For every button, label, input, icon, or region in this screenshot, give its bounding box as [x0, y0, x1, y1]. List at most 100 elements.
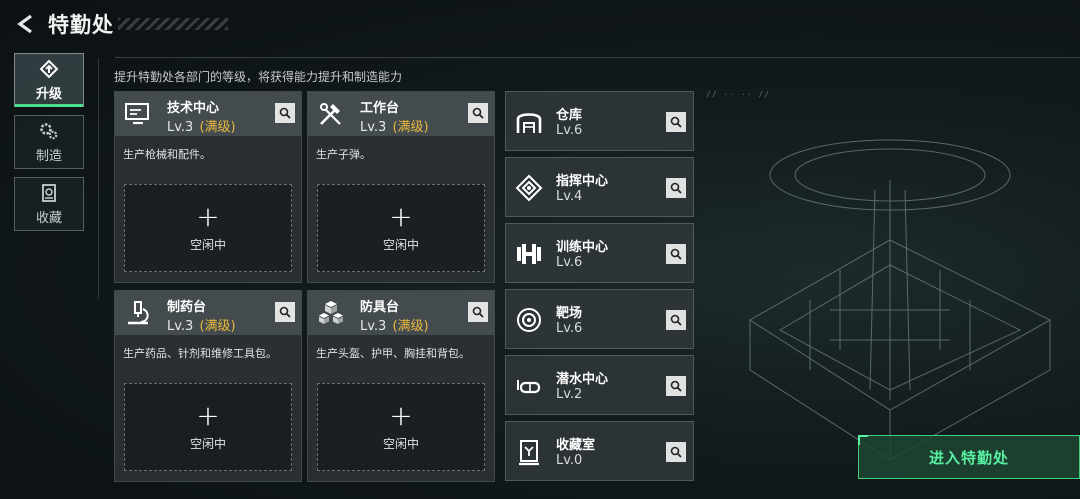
search-icon	[670, 248, 682, 260]
computer-icon	[121, 98, 155, 130]
production-slot[interactable]: + 空闲中	[124, 184, 292, 272]
card-name: 工作台	[360, 101, 400, 116]
max-level-badge: (满级)	[392, 319, 429, 334]
card-header: 防具台 Lv.3 (满级)	[308, 291, 494, 335]
warehouse-icon	[512, 106, 546, 138]
facility-collection-room[interactable]: 收藏室 Lv.0	[505, 421, 694, 481]
card-name: 制药台	[167, 300, 207, 315]
base-hologram-art	[749, 139, 1052, 461]
page-description: 提升特勤处各部门的等级，将获得能力提升和制造能力	[114, 70, 403, 84]
tab-collection-label: 收藏	[35, 210, 62, 226]
facility-level: Lv.6	[556, 255, 583, 270]
slot-status: 空闲中	[382, 237, 419, 252]
search-icon	[670, 314, 682, 326]
plus-icon: +	[196, 199, 220, 233]
tab-craft[interactable]: 制造	[14, 115, 84, 169]
card-description: 生产枪械和配件。	[123, 148, 211, 161]
plus-icon: +	[196, 398, 220, 432]
card-armor-bench: 防具台 Lv.3 (满级) 生产头盔、护甲、胸挂和背包。 + 空闲中	[307, 290, 495, 482]
search-icon	[670, 116, 682, 128]
enter-button-label: 进入特勤处	[928, 448, 1009, 467]
facility-diving-center[interactable]: 潜水中心 Lv.2	[505, 355, 694, 415]
plus-icon: +	[389, 199, 413, 233]
inspect-button[interactable]	[468, 302, 488, 322]
card-description: 生产子弹。	[316, 148, 371, 161]
search-icon	[279, 306, 291, 318]
search-icon	[670, 182, 682, 194]
level-value: Lv.3	[167, 120, 194, 135]
side-divider	[98, 58, 99, 298]
display-case-icon	[512, 436, 546, 468]
gears-icon	[40, 122, 58, 139]
slot-status: 空闲中	[189, 237, 226, 252]
slot-status: 空闲中	[382, 436, 419, 451]
back-button[interactable]	[12, 10, 40, 38]
dumbbell-icon	[512, 238, 546, 270]
facility-name: 仓库	[556, 108, 583, 123]
page-title: 特勤处	[48, 13, 114, 37]
inspect-button[interactable]	[666, 376, 686, 396]
inspect-button[interactable]	[666, 178, 686, 198]
card-name: 技术中心	[167, 101, 220, 116]
facility-warehouse[interactable]: 仓库 Lv.6	[505, 91, 694, 151]
hud-decoration: // ·· ·· //	[706, 90, 770, 99]
card-name: 防具台	[360, 300, 400, 315]
production-slot[interactable]: + 空闲中	[317, 184, 485, 272]
card-header: 工作台 Lv.3 (满级)	[308, 92, 494, 136]
card-level: Lv.3 (满级)	[167, 116, 236, 135]
tab-upgrade-label: 升级	[35, 86, 62, 102]
max-level-badge: (满级)	[392, 120, 429, 135]
target-icon	[512, 304, 546, 336]
header: 特勤处	[0, 0, 1080, 48]
facility-level: Lv.2	[556, 387, 583, 402]
card-description: 生产头盔、护甲、胸挂和背包。	[316, 347, 470, 360]
facility-shooting-range[interactable]: 靶场 Lv.6	[505, 289, 694, 349]
facility-training-center[interactable]: 训练中心 Lv.6	[505, 223, 694, 283]
inspect-button[interactable]	[468, 103, 488, 123]
facility-level: Lv.4	[556, 189, 583, 204]
microscope-icon	[121, 297, 155, 329]
armor-cubes-icon	[314, 297, 348, 329]
tab-upgrade[interactable]: 升级	[14, 53, 84, 107]
facility-name: 潜水中心	[556, 372, 609, 387]
facility-name: 收藏室	[556, 438, 596, 453]
facility-name: 靶场	[556, 306, 583, 321]
card-level: Lv.3 (满级)	[167, 315, 236, 334]
level-value: Lv.3	[360, 120, 387, 135]
inspect-button[interactable]	[666, 244, 686, 264]
search-icon	[670, 446, 682, 458]
max-level-badge: (满级)	[199, 120, 236, 135]
collection-icon	[42, 183, 56, 202]
inspect-button[interactable]	[666, 310, 686, 330]
max-level-badge: (满级)	[199, 319, 236, 334]
upgrade-icon	[39, 59, 59, 78]
title-decoration	[118, 18, 228, 30]
inspect-button[interactable]	[666, 442, 686, 462]
production-slot[interactable]: + 空闲中	[124, 383, 292, 471]
plus-icon: +	[389, 398, 413, 432]
tab-craft-label: 制造	[35, 148, 62, 164]
level-value: Lv.3	[167, 319, 194, 334]
search-icon	[472, 107, 484, 119]
facility-name: 训练中心	[556, 240, 609, 255]
tab-collection[interactable]: 收藏	[14, 177, 84, 231]
card-workbench: 工作台 Lv.3 (满级) 生产子弹。 + 空闲中	[307, 91, 495, 283]
command-icon	[512, 172, 546, 204]
card-tech-center: 技术中心 Lv.3 (满级) 生产枪械和配件。 + 空闲中	[114, 91, 302, 283]
search-icon	[670, 380, 682, 392]
enter-special-ops-button[interactable]: 进入特勤处	[858, 435, 1080, 479]
card-pharmacy: 制药台 Lv.3 (满级) 生产药品、针剂和维修工具包。 + 空闲中	[114, 290, 302, 482]
facility-level: Lv.0	[556, 453, 583, 468]
production-slot[interactable]: + 空闲中	[317, 383, 485, 471]
inspect-button[interactable]	[275, 103, 295, 123]
header-divider	[115, 57, 1080, 58]
card-description: 生产药品、针剂和维修工具包。	[123, 347, 277, 360]
facility-name: 指挥中心	[556, 174, 609, 189]
facility-command-center[interactable]: 指挥中心 Lv.4	[505, 157, 694, 217]
back-arrow-icon	[17, 14, 32, 34]
inspect-button[interactable]	[666, 112, 686, 132]
search-icon	[279, 107, 291, 119]
tools-icon	[314, 98, 348, 130]
inspect-button[interactable]	[275, 302, 295, 322]
slot-status: 空闲中	[189, 436, 226, 451]
